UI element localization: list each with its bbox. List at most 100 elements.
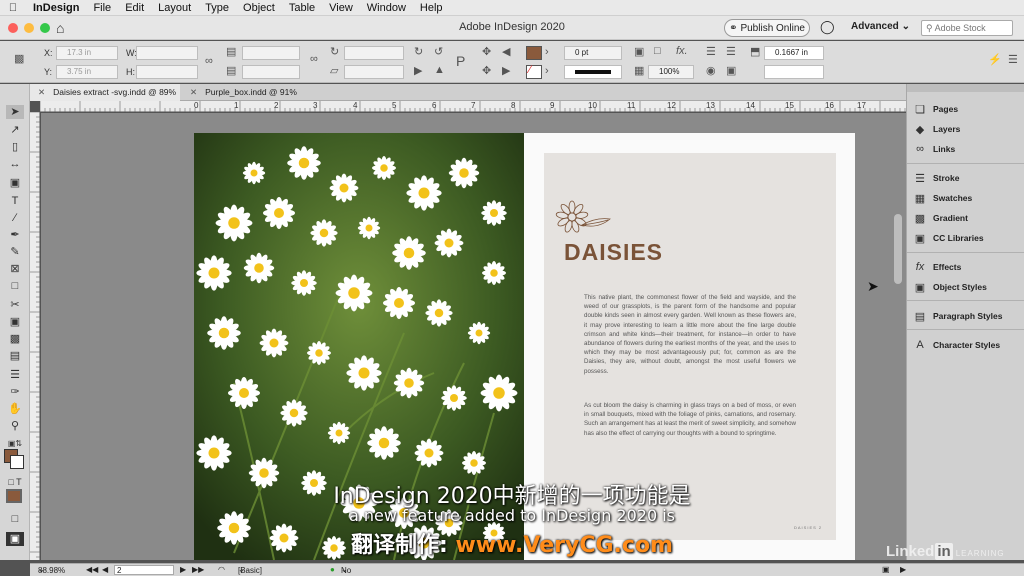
zoom-level[interactable]: 88.98% ⌄ (38, 565, 65, 575)
line-tool-icon[interactable]: ∕ (6, 211, 24, 225)
select-container-icon[interactable]: ✥ (482, 45, 491, 58)
effects-fx-icon[interactable]: fx. (676, 45, 688, 57)
workspace-switcher[interactable]: Advanced ⌄ (851, 21, 910, 32)
scrollbar-thumb[interactable] (894, 214, 902, 284)
pen-tool-icon[interactable]: ✒ (6, 228, 24, 242)
align-center-icon[interactable]: ☰ (726, 45, 736, 58)
lightning-icon[interactable]: ⚡ (988, 53, 1002, 66)
panel-cc-libraries[interactable]: ▣ CC Libraries (913, 230, 984, 246)
tab-daisies-extract[interactable]: ✕ Daisies extract -svg.indd @ 89% (30, 84, 180, 101)
page-number-field[interactable]: 2 (114, 565, 174, 575)
auto-fit-icon[interactable]: ◉ (706, 64, 716, 77)
drop-shadow-icon[interactable]: □ (654, 45, 661, 57)
y-position-field[interactable]: 3.75 in (56, 65, 118, 79)
menu-object[interactable]: Object (236, 0, 282, 16)
panel-object-styles[interactable]: ▣ Object Styles (913, 279, 987, 295)
scale-x-field[interactable] (242, 46, 300, 60)
body-paragraph-1[interactable]: This native plant, the commonest flower … (584, 293, 796, 376)
flip-horizontal-icon[interactable]: ▶ (414, 64, 422, 77)
selection-tool-icon[interactable]: ➤ (6, 105, 24, 119)
style-status[interactable]: [Basic] (working) ⌄ (238, 565, 271, 576)
next-page-icon[interactable]: ▶ (180, 565, 186, 574)
menu-app-name[interactable]: InDesign (26, 0, 86, 16)
style-select[interactable] (764, 65, 824, 79)
lightbulb-icon[interactable]: ◯ (820, 19, 835, 35)
width-field[interactable] (136, 46, 198, 60)
close-tab-icon[interactable]: ✕ (190, 87, 197, 97)
panel-layers[interactable]: ◆ Layers (913, 121, 961, 137)
stroke-color-icon[interactable] (10, 455, 24, 469)
panel-gradient[interactable]: ▩ Gradient (913, 210, 968, 226)
menu-table[interactable]: Table (282, 0, 322, 16)
menu-type[interactable]: Type (198, 0, 236, 16)
stroke-dropdown-icon[interactable]: › (545, 65, 549, 77)
body-paragraph-2[interactable]: As cut bloom the daisy is charming in gl… (584, 401, 796, 438)
hand-tool-icon[interactable]: ✋ (6, 402, 24, 416)
fill-swatch[interactable] (526, 46, 542, 60)
panel-links[interactable]: ∞ Links (913, 141, 955, 157)
fill-dropdown-icon[interactable]: › (545, 46, 549, 58)
x-position-field[interactable]: 17.3 in (56, 46, 118, 60)
gutter-field[interactable]: 0.1667 in (764, 46, 824, 60)
panel-paragraph-styles[interactable]: ▤ Paragraph Styles (913, 308, 1003, 324)
close-tab-icon[interactable]: ✕ (38, 87, 45, 97)
headline-daisies[interactable]: DAISIES (564, 239, 663, 266)
last-page-icon[interactable]: ▶▶ (192, 565, 204, 574)
pencil-tool-icon[interactable]: ✎ (6, 245, 24, 259)
first-page-icon[interactable]: ◀◀ (86, 565, 98, 574)
adobe-stock-search[interactable]: ⚲ Adobe Stock (921, 20, 1013, 36)
menu-help[interactable]: Help (413, 0, 450, 16)
publish-online-button[interactable]: ⚭ Publish Online (724, 19, 810, 37)
stroke-type-select[interactable] (564, 65, 622, 79)
panel-stroke[interactable]: ☰ Stroke (913, 170, 959, 186)
opacity-field[interactable]: 100% (648, 65, 694, 79)
menu-edit[interactable]: Edit (118, 0, 151, 16)
constrain-scale-icon[interactable]: ∞ (310, 53, 318, 65)
text-wrap-icon[interactable]: ▣ (634, 45, 644, 58)
panel-menu-icon[interactable]: ☰ (1008, 53, 1018, 66)
panel-character-styles[interactable]: A Character Styles (913, 337, 1000, 353)
preflight-status[interactable]: No errors ⌄ (341, 565, 362, 576)
select-content-icon[interactable]: ✥ (482, 64, 491, 77)
panel-effects[interactable]: fx Effects (913, 259, 962, 275)
select-previous-icon[interactable]: ◀ (502, 45, 510, 58)
rectangle-tool-icon[interactable]: □ (6, 279, 24, 293)
direct-selection-tool-icon[interactable]: ↗ (6, 123, 24, 137)
gap-tool-icon[interactable]: ↔ (6, 157, 24, 171)
page-tool-icon[interactable]: ▯ (6, 140, 24, 154)
status-scroll-left-icon[interactable]: ▣ (882, 565, 890, 574)
rectangle-frame-tool-icon[interactable]: ⊠ (6, 262, 24, 276)
menu-layout[interactable]: Layout (151, 0, 198, 16)
previous-page-icon[interactable]: ◀ (102, 565, 108, 574)
content-collector-icon[interactable]: ▣ (6, 176, 24, 190)
panel-pages[interactable]: ❏ Pages (913, 101, 958, 117)
tab-purple-box[interactable]: ✕ Purple_box.indd @ 91% (182, 84, 312, 101)
shear-field[interactable] (344, 65, 404, 79)
zoom-tool-icon[interactable]: ⚲ (6, 419, 24, 433)
scale-y-field[interactable] (242, 65, 300, 79)
rotation-field[interactable] (344, 46, 404, 60)
rotate-cw-icon[interactable]: ↻ (414, 45, 423, 58)
select-next-icon[interactable]: ▶ (502, 64, 510, 77)
menu-file[interactable]: File (86, 0, 118, 16)
gradient-swatch-tool-icon[interactable]: ▩ (6, 332, 24, 346)
type-tool-icon[interactable]: T (6, 194, 24, 208)
eyedropper-tool-icon[interactable]: ✑ (6, 385, 24, 399)
stroke-weight-field[interactable]: 0 pt (564, 46, 622, 60)
reference-point-icon[interactable]: ▩ (14, 52, 24, 65)
gradient-feather-tool-icon[interactable]: ▤ (6, 349, 24, 363)
note-tool-icon[interactable]: ☰ (6, 368, 24, 382)
height-field[interactable] (136, 65, 198, 79)
scissors-tool-icon[interactable]: ✂ (6, 298, 24, 312)
free-transform-tool-icon[interactable]: ▣ (6, 315, 24, 329)
frame-fitting-icon[interactable]: ▣ (726, 64, 736, 77)
apple-icon[interactable]:  (0, 2, 26, 14)
menu-window[interactable]: Window (360, 0, 413, 16)
menu-view[interactable]: View (322, 0, 360, 16)
align-left-icon[interactable]: ☰ (706, 45, 716, 58)
panel-swatches[interactable]: ▦ Swatches (913, 190, 972, 206)
panel-dock-header[interactable] (907, 84, 1024, 92)
constrain-proportions-icon[interactable]: ∞ (205, 55, 213, 67)
status-scroll-right-icon[interactable]: ▶ (900, 565, 906, 574)
rotate-ccw-icon[interactable]: ↺ (434, 45, 443, 58)
